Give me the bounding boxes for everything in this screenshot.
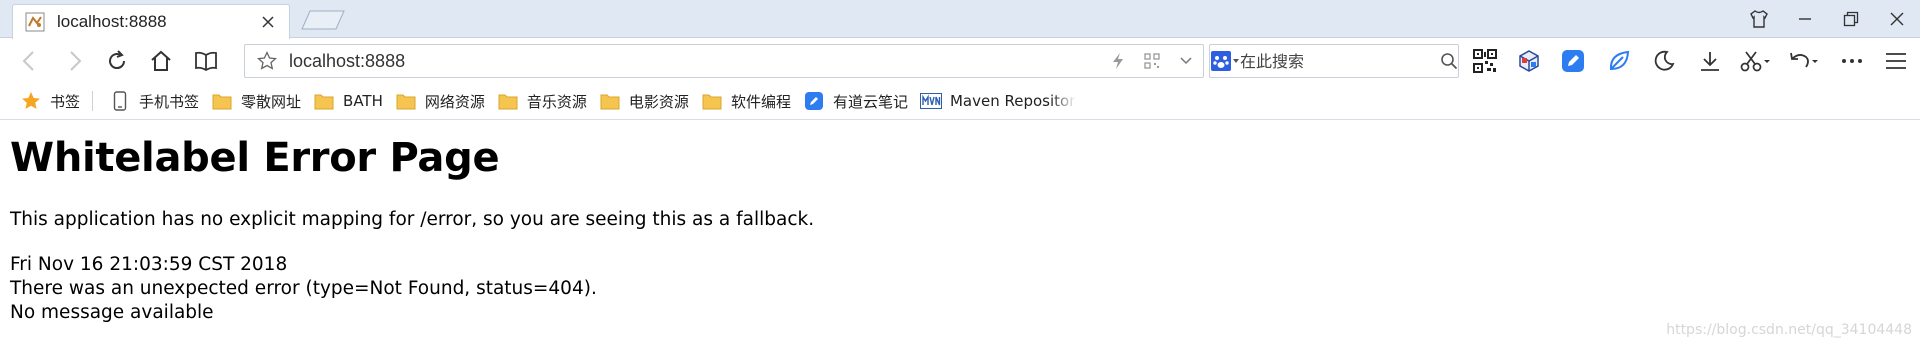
mvn-icon: [919, 91, 942, 111]
reading-mode-icon[interactable]: [190, 45, 222, 77]
screenshot-scissors-icon[interactable]: [1738, 45, 1774, 77]
youdao-note-icon: [803, 91, 825, 111]
search-icon[interactable]: [1440, 45, 1458, 77]
folder-icon: [211, 91, 233, 111]
extension-cube-icon[interactable]: [1511, 45, 1547, 77]
undo-close-icon[interactable]: [1786, 45, 1822, 77]
search-bar: [1209, 44, 1459, 78]
bookmarks-bar: 书签 手机书签 零散网址 BATH 网络资源 音乐资源 电影资源 软件编程 有道…: [0, 83, 1920, 120]
error-status-line: There was an unexpected error (type=Not …: [10, 278, 597, 299]
browser-tab[interactable]: localhost:8888: [12, 4, 290, 39]
bookmark-folder-bath[interactable]: BATH: [307, 87, 389, 115]
bookmark-label: 手机书签: [139, 92, 200, 111]
folder-icon: [395, 91, 417, 111]
folder-icon: [599, 91, 621, 111]
bookmark-folder-network[interactable]: 网络资源: [389, 87, 491, 115]
minimize-icon[interactable]: [1782, 0, 1828, 38]
error-timestamp: Fri Nov 16 21:03:59 CST 2018: [10, 254, 288, 275]
lightning-icon[interactable]: [1101, 45, 1135, 77]
skin-shirt-icon[interactable]: [1736, 0, 1782, 38]
tab-strip: localhost:8888: [0, 0, 1920, 39]
night-mode-moon-icon[interactable]: [1646, 45, 1682, 77]
reload-icon[interactable]: [101, 45, 133, 77]
bookmark-folder-music[interactable]: 音乐资源: [491, 87, 593, 115]
bookmark-folder-movies[interactable]: 电影资源: [593, 87, 695, 115]
error-details: Fri Nov 16 21:03:59 CST 2018 There was a…: [10, 253, 1910, 325]
search-engine-paw-icon[interactable]: [1210, 45, 1240, 77]
forward-icon[interactable]: [58, 45, 90, 77]
folder-icon: [701, 91, 723, 111]
bookmark-label: Maven Repository: [949, 92, 1076, 110]
more-dots-icon[interactable]: [1834, 45, 1870, 77]
tomcat-favicon-icon: [25, 12, 45, 32]
error-message: This application has no explicit mapping…: [10, 209, 815, 230]
bookmark-star-icon[interactable]: [245, 45, 289, 77]
back-icon[interactable]: [14, 45, 46, 77]
error-detail: No message available: [10, 302, 214, 323]
qr-code-icon[interactable]: [1135, 45, 1169, 77]
close-tab-icon[interactable]: [257, 11, 279, 33]
bookmark-label: 网络资源: [424, 92, 485, 111]
star-icon: [20, 91, 42, 111]
tab-title: localhost:8888: [57, 12, 167, 31]
qr-scan-icon[interactable]: [1467, 45, 1503, 77]
download-icon[interactable]: [1692, 45, 1728, 77]
bookmark-youdao-note[interactable]: 有道云笔记: [797, 87, 914, 115]
bookmark-mobile[interactable]: 手机书签: [103, 87, 205, 115]
bookmark-label: 有道云笔记: [832, 92, 908, 111]
folder-icon: [313, 91, 335, 111]
bookmark-label: BATH: [343, 92, 383, 110]
page-title: Whitelabel Error Page: [10, 135, 500, 181]
navigation-toolbar: localhost:8888: [0, 39, 1920, 83]
bookmark-label: 零散网址: [241, 92, 302, 111]
page-content: Whitelabel Error Page This application h…: [10, 120, 1910, 325]
url-text[interactable]: localhost:8888: [289, 51, 1101, 72]
bookmark-label: 软件编程: [730, 92, 791, 111]
new-tab-button[interactable]: [300, 9, 346, 31]
address-bar[interactable]: localhost:8888: [244, 44, 1204, 78]
note-pen-icon[interactable]: [1555, 45, 1591, 77]
close-window-icon[interactable]: [1874, 0, 1920, 38]
bookmark-folder-misc[interactable]: 零散网址: [205, 87, 307, 115]
bookmark-label: 音乐资源: [526, 92, 587, 111]
bookmark-folder-programming[interactable]: 软件编程: [695, 87, 797, 115]
bookmark-divider: [92, 91, 94, 111]
watermark: https://blog.csdn.net/qq_34104448: [1666, 322, 1912, 338]
bookmark-label: 书签: [50, 92, 81, 111]
home-icon[interactable]: [145, 45, 177, 77]
search-input[interactable]: [1240, 46, 1440, 76]
bookmark-label: 电影资源: [628, 92, 689, 111]
window-controls: [1736, 0, 1920, 38]
folder-icon: [497, 91, 519, 111]
menu-hamburger-icon[interactable]: [1878, 45, 1914, 77]
chevron-down-icon[interactable]: [1169, 45, 1203, 77]
leaf-icon[interactable]: [1601, 45, 1637, 77]
bookmark-maven-repository[interactable]: Maven Repository: [914, 87, 1082, 115]
phone-icon: [109, 91, 131, 111]
restore-icon[interactable]: [1828, 0, 1874, 38]
bookmark-bookmarks[interactable]: 书签: [14, 87, 86, 115]
